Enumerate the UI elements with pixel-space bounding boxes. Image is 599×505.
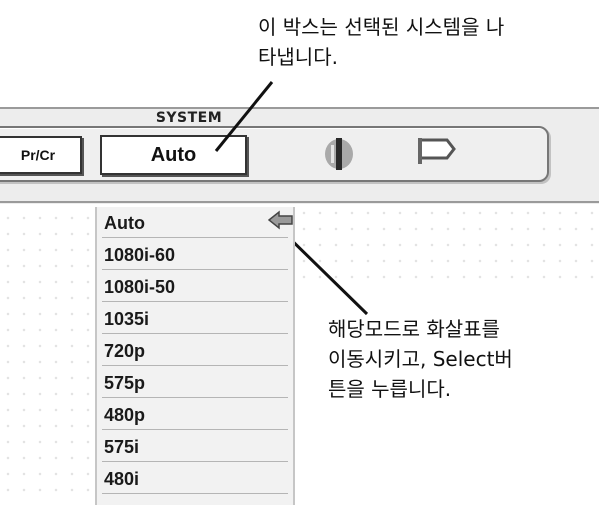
list-item-1080i-50[interactable]: 1080i-50 (102, 274, 288, 302)
callout-line: 이동시키고, Select버 (328, 347, 513, 371)
prcr-button[interactable]: Pr/Cr (0, 136, 82, 174)
list-item-575p[interactable]: 575p (102, 370, 288, 398)
list-item-1080i-60[interactable]: 1080i-60 (102, 242, 288, 270)
system-panel-frame (0, 126, 549, 182)
list-item-480i[interactable]: 480i (102, 466, 288, 494)
system-mode-list: Auto 1080i-60 1080i-50 1035i 720p 575p 4… (95, 207, 295, 505)
system-title: SYSTEM (155, 110, 223, 126)
selected-system-box[interactable]: Auto (100, 135, 247, 175)
list-item-auto[interactable]: Auto (102, 210, 288, 238)
list-item-575i[interactable]: 575i (102, 434, 288, 462)
bar-bottom-divider (0, 201, 599, 203)
callout-line: 이 박스는 선택된 시스템을 나 (258, 15, 505, 39)
callout-line: 해당모드로 화살표를 (328, 317, 500, 341)
mode-select-callout: 해당모드로 화살표를 이동시키고, Select버 튼을 누릅니다. (328, 314, 598, 404)
background-dot-pattern-right (296, 205, 596, 285)
list-item-480p[interactable]: 480p (102, 402, 288, 430)
list-item-720p[interactable]: 720p (102, 338, 288, 366)
callout-line: 타냅니다. (258, 45, 338, 69)
system-box-callout: 이 박스는 선택된 시스템을 나 타냅니다. (258, 12, 598, 72)
background-dot-pattern-left (0, 210, 90, 500)
bar-top-divider (0, 107, 599, 109)
list-item-1035i[interactable]: 1035i (102, 306, 288, 334)
callout-line: 튼을 누릅니다. (328, 377, 452, 401)
left-arrow-pointer-icon (268, 210, 293, 230)
